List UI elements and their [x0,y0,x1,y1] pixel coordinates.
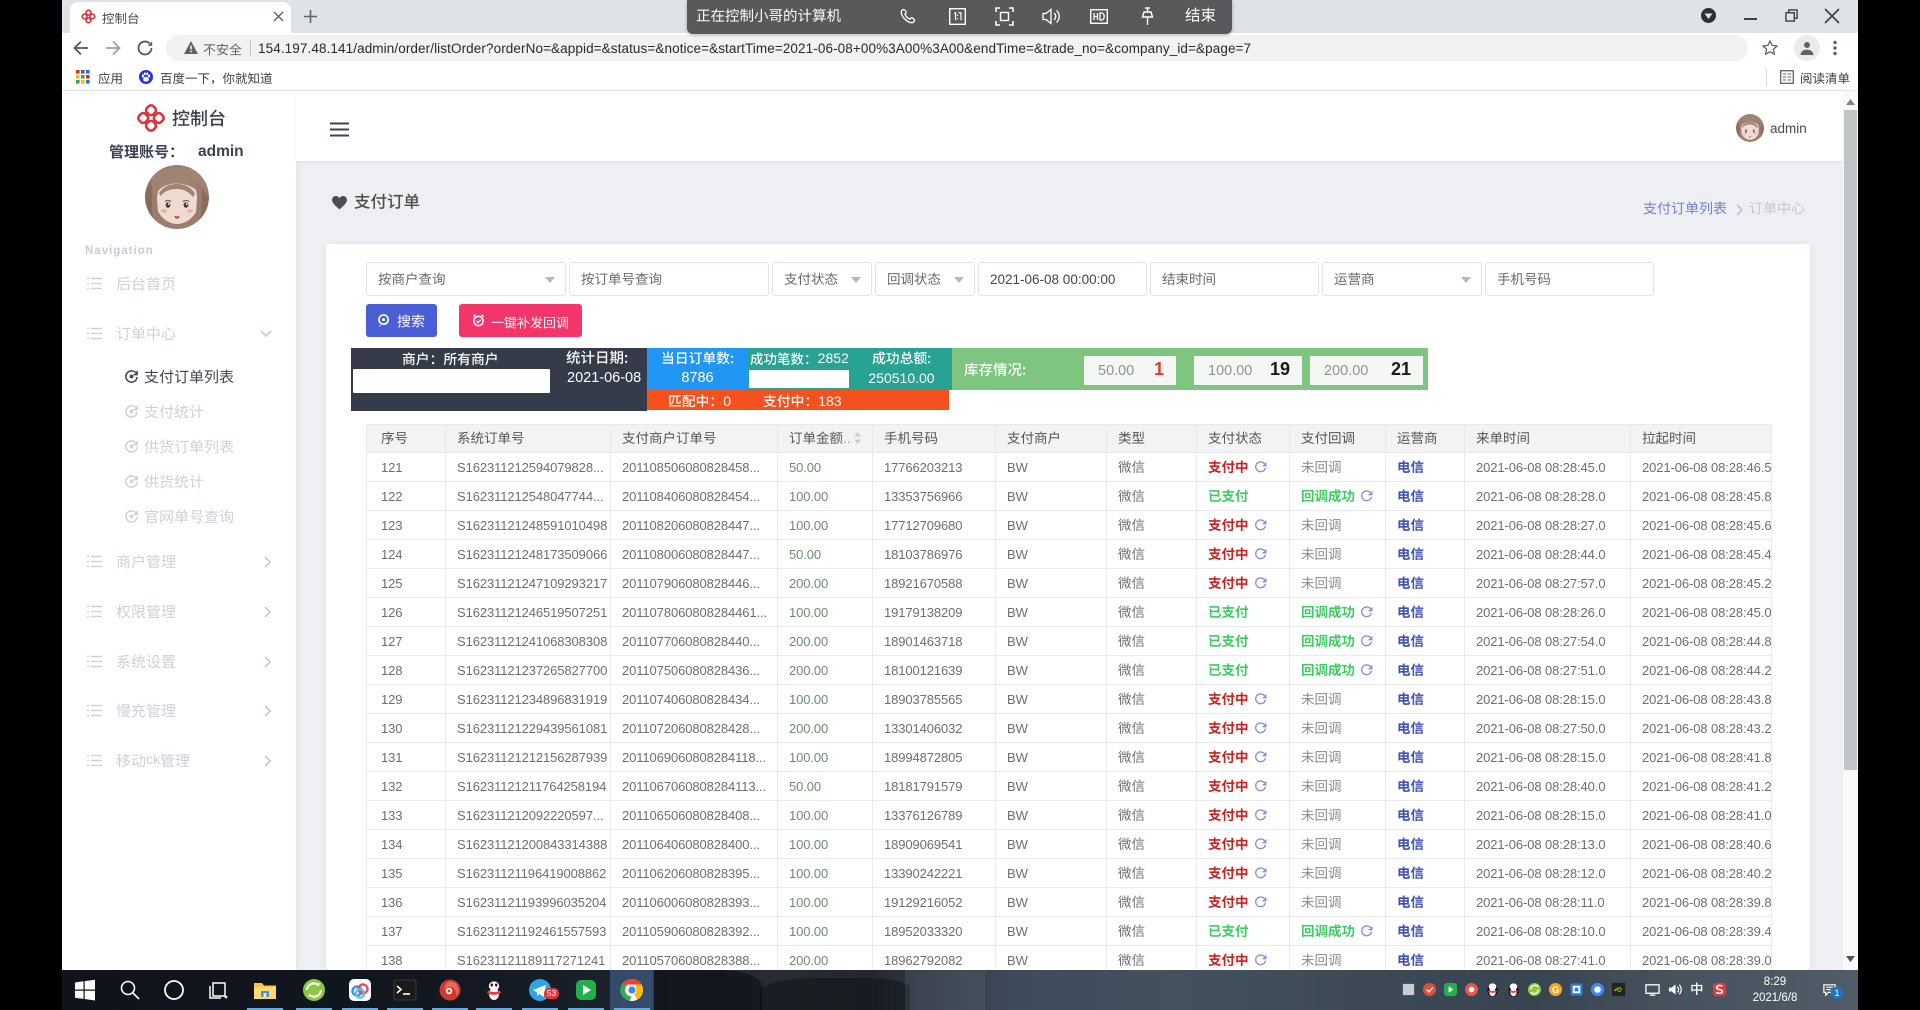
svg-text:G: G [1552,985,1559,995]
